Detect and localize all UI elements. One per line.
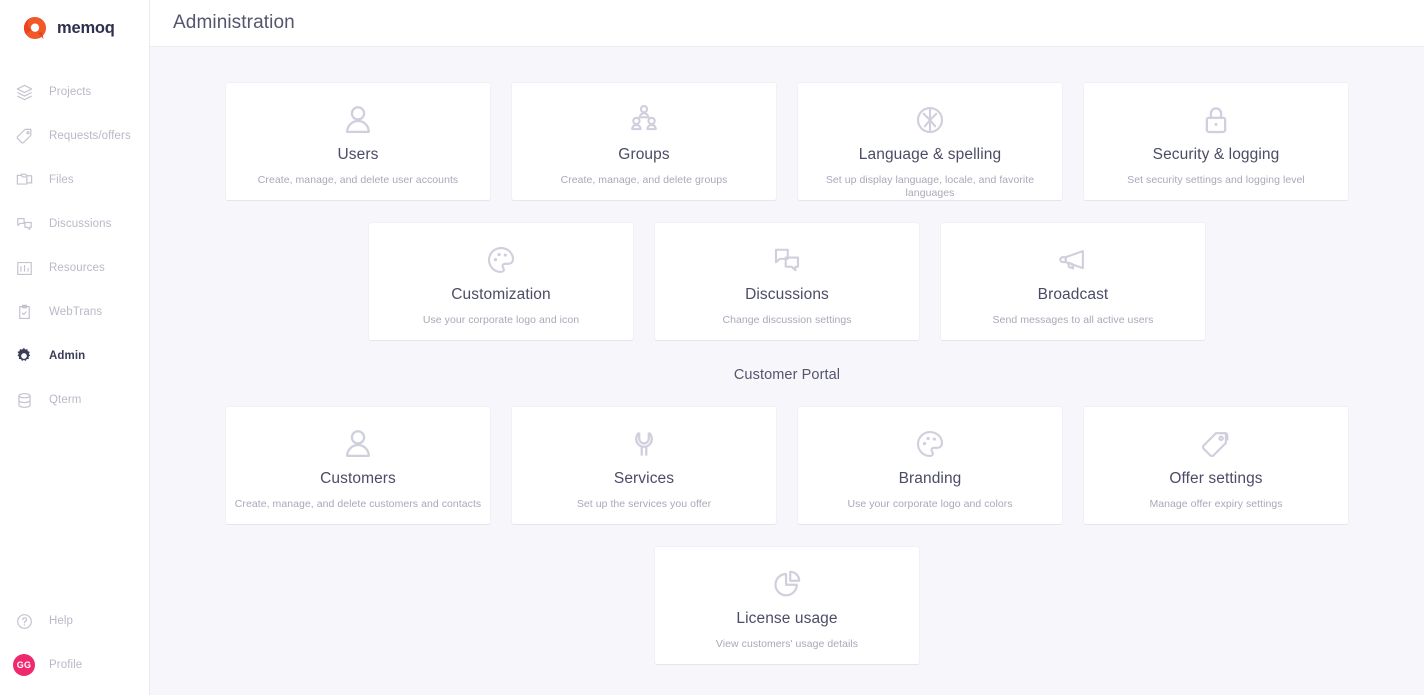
card-title: Services: [613, 470, 675, 487]
chat-bubbles-icon: [768, 240, 806, 280]
card-branding[interactable]: Branding Use your corporate logo and col…: [798, 407, 1062, 524]
card-title: Security & logging: [1152, 146, 1280, 163]
card-discussions[interactable]: Discussions Change discussion settings: [655, 223, 919, 340]
card-customization[interactable]: Customization Use your corporate logo an…: [369, 223, 633, 340]
card-description: Send messages to all active users: [992, 314, 1154, 326]
sidebar-item-label: Help: [49, 615, 74, 627]
sidebar: memoq Projects Requests/offers Files Dis…: [0, 0, 150, 695]
sidebar-item-label: Discussions: [49, 218, 112, 230]
bar-chart-icon: [13, 257, 35, 279]
content-area: Users Create, manage, and delete user ac…: [150, 47, 1424, 695]
chat-icon: [13, 213, 35, 235]
lock-icon: [1197, 100, 1235, 140]
palette-icon: [482, 240, 520, 280]
sidebar-item-requests-offers[interactable]: Requests/offers: [0, 114, 149, 158]
card-description: Use your corporate logo and icon: [422, 314, 580, 326]
app-root: memoq Projects Requests/offers Files Dis…: [0, 0, 1424, 695]
card-title: Discussions: [745, 286, 829, 303]
sidebar-item-label: Projects: [49, 86, 92, 98]
card-security-logging[interactable]: Security & logging Set security settings…: [1084, 83, 1348, 200]
brand-name: memoq: [57, 18, 115, 37]
card-users[interactable]: Users Create, manage, and delete user ac…: [226, 83, 490, 200]
brand-logo-area[interactable]: memoq: [0, 0, 149, 56]
palette-icon: [911, 424, 949, 464]
portal-cards-row-1: Customers Create, manage, and delete cus…: [150, 407, 1424, 524]
card-title: Offer settings: [1169, 470, 1263, 487]
sidebar-item-files[interactable]: Files: [0, 158, 149, 202]
question-circle-icon: [13, 610, 35, 632]
card-description: Set up the services you offer: [576, 498, 712, 510]
tags-icon: [1197, 424, 1235, 464]
section-title-customer-portal: Customer Portal: [733, 367, 841, 383]
database-icon: [13, 389, 35, 411]
card-license-usage[interactable]: License usage View customers' usage deta…: [655, 547, 919, 664]
sidebar-item-label: Qterm: [49, 394, 82, 406]
card-description: Create, manage, and delete user accounts: [257, 174, 459, 186]
gear-icon: [13, 345, 35, 367]
page-title: Administration: [173, 12, 295, 33]
wrench-icon: [625, 424, 663, 464]
sidebar-item-projects[interactable]: Projects: [0, 70, 149, 114]
users-group-icon: [625, 100, 663, 140]
portal-cards-row-2: License usage View customers' usage deta…: [150, 547, 1424, 664]
card-description: View customers' usage details: [715, 638, 859, 650]
folder-icon: [13, 169, 35, 191]
card-groups[interactable]: Groups Create, manage, and delete groups: [512, 83, 776, 200]
card-title: Broadcast: [1037, 286, 1109, 303]
sidebar-item-label: WebTrans: [49, 306, 103, 318]
card-offer-settings[interactable]: Offer settings Manage offer expiry setti…: [1084, 407, 1348, 524]
sidebar-item-profile[interactable]: GG Profile: [0, 643, 149, 687]
card-language-spelling[interactable]: Language & spelling Set up display langu…: [798, 83, 1062, 200]
sidebar-item-webtrans[interactable]: WebTrans: [0, 290, 149, 334]
sidebar-item-qterm[interactable]: Qterm: [0, 378, 149, 422]
sidebar-item-label: Profile: [49, 659, 83, 671]
sidebar-nav: Projects Requests/offers Files Discussio…: [0, 70, 149, 422]
globe-icon: [911, 100, 949, 140]
card-services[interactable]: Services Set up the services you offer: [512, 407, 776, 524]
sidebar-footer-nav: Help GG Profile: [0, 599, 149, 687]
card-description: Set up display language, locale, and fav…: [825, 174, 1035, 199]
sidebar-item-admin[interactable]: Admin: [0, 334, 149, 378]
sidebar-item-label: Requests/offers: [49, 130, 131, 142]
card-title: Groups: [618, 146, 670, 163]
tag-icon: [13, 125, 35, 147]
card-title: Users: [337, 146, 379, 163]
sidebar-item-help[interactable]: Help: [0, 599, 149, 643]
card-title: License usage: [736, 610, 838, 627]
avatar: GG: [13, 654, 35, 676]
card-description: Set security settings and logging level: [1127, 174, 1305, 186]
card-broadcast[interactable]: Broadcast Send messages to all active us…: [941, 223, 1205, 340]
card-description: Manage offer expiry settings: [1149, 498, 1283, 510]
memoq-logo-icon: [22, 15, 48, 41]
sidebar-item-label: Files: [49, 174, 74, 186]
card-title: Customization: [451, 286, 551, 303]
card-description: Create, manage, and delete customers and…: [234, 498, 482, 510]
layers-icon: [13, 81, 35, 103]
sidebar-item-label: Admin: [49, 350, 86, 362]
card-description: Create, manage, and delete groups: [560, 174, 728, 186]
user-icon: [339, 100, 377, 140]
admin-cards-row-1: Users Create, manage, and delete user ac…: [150, 83, 1424, 200]
megaphone-icon: [1054, 240, 1092, 280]
card-title: Language & spelling: [858, 146, 1002, 163]
card-title: Branding: [898, 470, 962, 487]
pie-chart-icon: [768, 564, 806, 604]
card-description: Use your corporate logo and colors: [847, 498, 1013, 510]
sidebar-item-resources[interactable]: Resources: [0, 246, 149, 290]
card-description: Change discussion settings: [722, 314, 852, 326]
top-bar: Administration: [150, 0, 1424, 47]
avatar-initials: GG: [13, 654, 35, 676]
card-customers[interactable]: Customers Create, manage, and delete cus…: [226, 407, 490, 524]
sidebar-item-discussions[interactable]: Discussions: [0, 202, 149, 246]
card-title: Customers: [320, 470, 396, 487]
main-area: Administration Users Create, manage, and…: [150, 0, 1424, 695]
admin-cards-row-2: Customization Use your corporate logo an…: [150, 223, 1424, 340]
clipboard-icon: [13, 301, 35, 323]
sidebar-item-label: Resources: [49, 262, 105, 274]
user-icon: [339, 424, 377, 464]
